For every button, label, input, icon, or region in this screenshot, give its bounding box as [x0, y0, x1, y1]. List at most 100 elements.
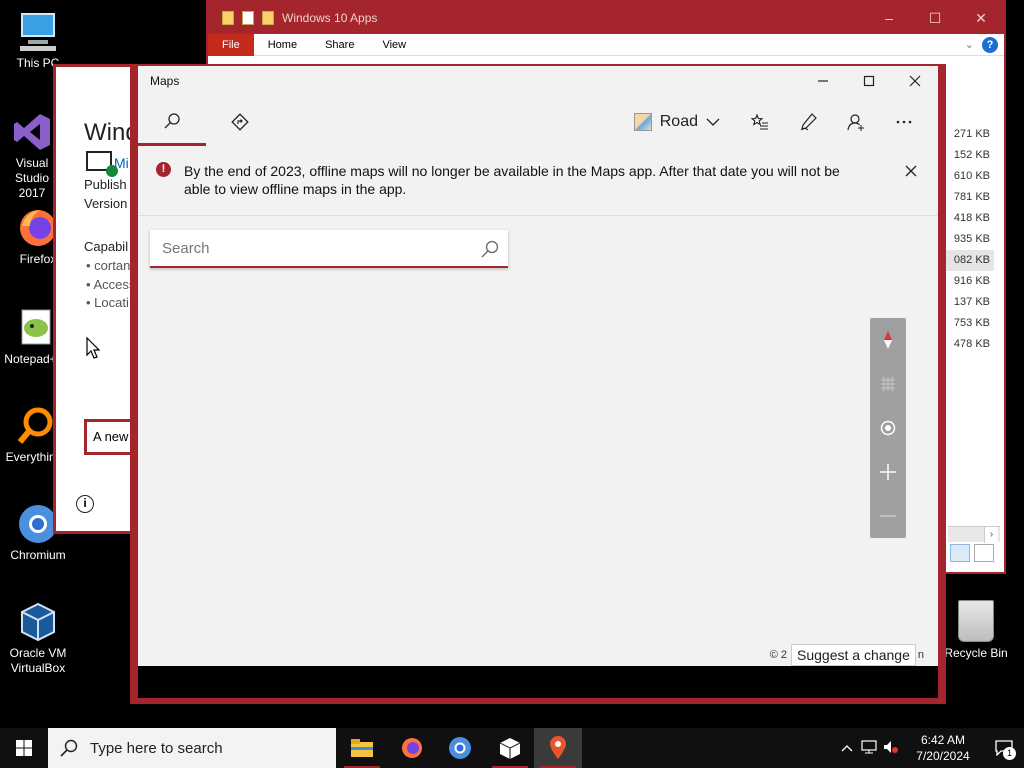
suggest-change-button[interactable]: Suggest a change: [791, 644, 916, 666]
taskbar-search-box[interactable]: [48, 728, 336, 768]
explorer-title: Windows 10 Apps: [282, 11, 378, 25]
minimize-icon[interactable]: [800, 66, 846, 96]
notification-badge: 1: [1003, 747, 1016, 760]
taskbar-search-input[interactable]: [88, 738, 318, 758]
chevron-right-icon[interactable]: ›: [984, 527, 998, 543]
capability-item: • Access: [86, 277, 136, 292]
map-style-swatch-icon: [633, 113, 652, 131]
taskbar-firefox[interactable]: [388, 728, 436, 768]
firefox-icon: [402, 738, 422, 758]
capability-item: • Locati: [86, 295, 129, 310]
ribbon-tab-share[interactable]: Share: [311, 34, 368, 56]
view-toggle: [950, 544, 994, 562]
target-icon: [880, 420, 896, 436]
explorer-ribbon: File Home Share View ⌄ ?: [208, 33, 1004, 56]
file-size: 610 KB: [953, 170, 990, 182]
horizontal-scrollbar[interactable]: ›: [948, 526, 1000, 543]
maximize-icon[interactable]: [846, 66, 892, 96]
map-search-input[interactable]: [150, 230, 470, 266]
chevron-down-icon[interactable]: ⌄: [965, 38, 974, 51]
map-controls: [870, 318, 906, 538]
map-style-label: Road: [659, 113, 698, 130]
windows-logo-icon: [16, 740, 32, 756]
taskbar-chromium[interactable]: [436, 728, 484, 768]
capability-item: • cortan: [86, 258, 131, 273]
everything-search-icon: [12, 404, 56, 448]
file-size: 478 KB: [953, 338, 990, 350]
details-view-button[interactable]: [950, 544, 970, 562]
file-size: 781 KB: [953, 191, 990, 203]
dismiss-notice-button[interactable]: [900, 160, 922, 182]
properties-icon[interactable]: [242, 11, 254, 25]
taskbar-file-explorer[interactable]: [338, 728, 386, 768]
notice-text: By the end of 2023, offline maps will no…: [184, 163, 840, 197]
desktop-icon-virtualbox[interactable]: Oracle VM VirtualBox: [0, 600, 76, 676]
new-folder-icon[interactable]: [262, 11, 274, 25]
add-person-icon: [847, 114, 864, 131]
ribbon-tab-home[interactable]: Home: [254, 34, 311, 56]
file-size: 753 KB: [953, 317, 990, 329]
copyright-text-tail: n: [917, 649, 924, 661]
ribbon-tab-file[interactable]: File: [208, 33, 254, 56]
close-icon[interactable]: ✕: [958, 2, 1004, 34]
zoom-out-button[interactable]: [870, 498, 906, 534]
favorites-button[interactable]: [736, 102, 784, 142]
desktop-icon-label: Chromium: [10, 548, 66, 562]
publisher-link[interactable]: Mi: [114, 155, 129, 171]
taskbar-store-app[interactable]: [486, 728, 534, 768]
large-icons-view-button[interactable]: [974, 544, 994, 562]
mouse-cursor-icon: [86, 336, 101, 362]
start-button[interactable]: [0, 728, 48, 768]
more-options-button[interactable]: [880, 102, 928, 142]
search-icon[interactable]: [480, 239, 500, 259]
account-button[interactable]: [832, 102, 880, 142]
explorer-titlebar[interactable]: Windows 10 Apps – ☐ ✕: [208, 2, 1004, 34]
chevron-down-icon: [706, 118, 720, 126]
maps-window[interactable]: Maps Road ! By the end of 2023, offline …: [130, 64, 946, 704]
folder-icon[interactable]: [222, 11, 234, 25]
locate-me-button[interactable]: [870, 410, 906, 446]
map-style-dropdown[interactable]: Road: [633, 113, 720, 131]
directions-icon: [231, 113, 249, 131]
close-icon[interactable]: [892, 66, 938, 96]
maps-title: Maps: [150, 74, 180, 88]
volume-muted-icon[interactable]: [880, 740, 902, 757]
info-icon[interactable]: i: [76, 495, 94, 513]
tab-search[interactable]: [138, 98, 206, 146]
tilt-button[interactable]: [870, 366, 906, 402]
notifications-button[interactable]: 1: [984, 728, 1024, 768]
virtualbox-icon: [16, 600, 60, 644]
more-icon: [896, 120, 912, 124]
offline-maps-notice: ! By the end of 2023, offline maps will …: [138, 148, 938, 216]
desktop-icon-recycle-bin[interactable]: Recycle Bin: [938, 600, 1014, 660]
notepadpp-icon: [12, 306, 56, 350]
desktop-icon-label: Recycle Bin: [944, 646, 1008, 660]
alert-icon: !: [156, 162, 171, 177]
minimize-icon[interactable]: –: [866, 2, 912, 34]
recycle-bin-icon: [958, 600, 994, 642]
quick-access-toolbar: [222, 11, 274, 25]
compass-icon: [884, 331, 892, 349]
ribbon-tab-view[interactable]: View: [368, 34, 420, 56]
map-attribution: © 2 Suggest a change n: [770, 644, 924, 666]
ink-button[interactable]: [784, 102, 832, 142]
map-search-box[interactable]: [150, 230, 508, 268]
search-icon: [60, 739, 78, 757]
file-size: 271 KB: [953, 128, 990, 140]
file-size: 082 KB: [946, 250, 994, 271]
maximize-icon[interactable]: ☐: [912, 2, 958, 34]
taskbar-maps[interactable]: [534, 728, 582, 768]
tab-directions[interactable]: [206, 98, 274, 146]
compass-button[interactable]: [870, 322, 906, 358]
visual-studio-icon: [10, 110, 54, 154]
map-pin-icon: [550, 736, 566, 759]
network-icon[interactable]: [858, 739, 880, 757]
zoom-in-button[interactable]: [870, 454, 906, 490]
computer-icon: [16, 10, 60, 54]
clock[interactable]: 6:42 AM 7/20/2024: [902, 732, 984, 764]
maps-bottom-bar: [138, 666, 938, 698]
chevron-up-icon[interactable]: [836, 741, 858, 755]
help-icon[interactable]: ?: [982, 36, 998, 53]
desktop-icon-this-pc[interactable]: This PC: [0, 10, 76, 71]
capabilities-heading: Capabil: [84, 239, 129, 254]
